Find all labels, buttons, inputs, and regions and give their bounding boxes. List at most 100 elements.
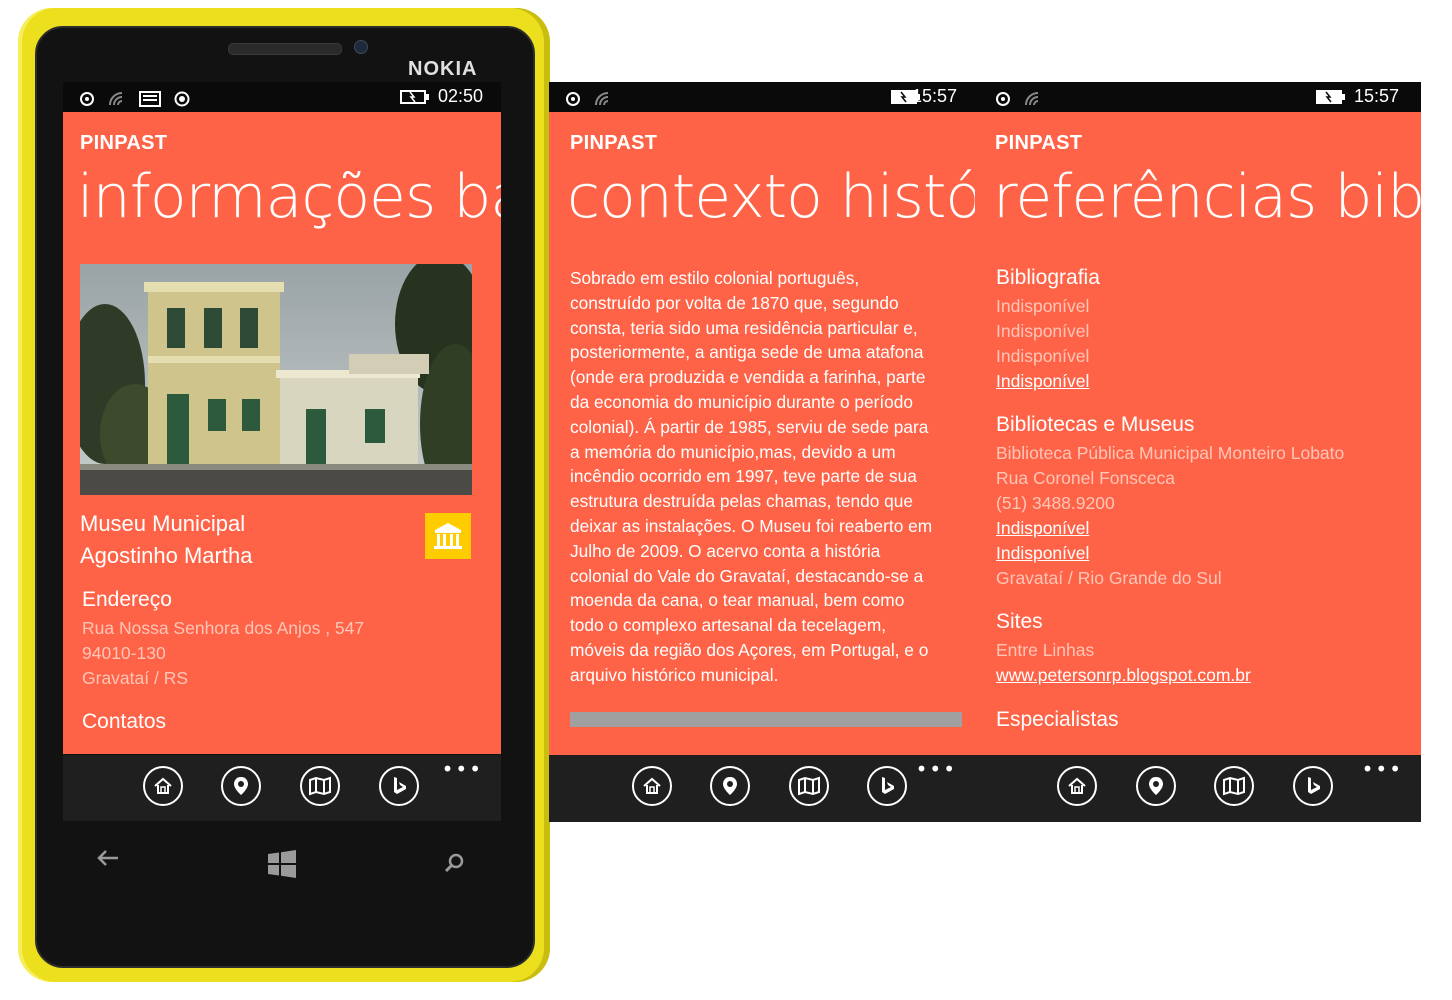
museum-category-tile[interactable] — [425, 513, 471, 559]
context-text-line: incêndio ocorrido em 1997, teve parte de… — [570, 466, 917, 487]
bibliografia-item: Indisponível — [996, 346, 1090, 366]
bing-button[interactable] — [867, 766, 907, 806]
status-time: 02:50 — [437, 86, 483, 106]
windows-logo-icon — [268, 850, 296, 878]
context-text-line: construído por volta de 1870 que, segund… — [570, 292, 899, 313]
bing-button[interactable] — [1293, 766, 1333, 806]
place-name-line1: Museu Municipal — [80, 511, 246, 536]
library-link[interactable]: Indisponível — [996, 541, 1344, 566]
location-pin-icon — [234, 777, 248, 795]
map-icon — [798, 776, 820, 796]
location-pin-icon — [723, 777, 737, 795]
location-status-icon — [174, 91, 190, 107]
museum-photo[interactable] — [80, 264, 472, 495]
contacts-heading: Contatos — [82, 710, 167, 733]
signal-icon — [109, 92, 123, 106]
sync-icon — [996, 92, 1010, 107]
battery-charging-icon — [1316, 90, 1345, 104]
library-name: Biblioteca Pública Municipal Monteiro Lo… — [996, 443, 1345, 463]
phone-brand-logo: NOKIA — [408, 58, 478, 80]
map-icon — [309, 776, 331, 796]
map-button[interactable] — [789, 766, 829, 806]
context-text-line: da economia do município durante o perío… — [570, 391, 913, 412]
screen-informacoes: 02:50 PINPAST informações bá Museu Munic… — [63, 82, 501, 754]
more-options-button[interactable]: ••• — [916, 757, 957, 781]
front-camera — [354, 40, 368, 54]
back-hardware-button[interactable] — [96, 848, 120, 874]
bibliografia-list: Indisponível Indisponível Indisponível I… — [996, 294, 1089, 394]
phone-speaker — [228, 43, 342, 55]
site-link[interactable]: www.petersonrp.blogspot.com.br — [996, 663, 1251, 688]
status-bar: 15:57 — [975, 82, 1421, 112]
context-text-line: Sobrado em estilo colonial português, — [570, 268, 860, 288]
context-text-line: arquivo histórico municipal. — [570, 664, 779, 685]
status-time: 15:57 — [1353, 86, 1399, 106]
historical-context-text: Sobrado em estilo colonial português, con… — [570, 266, 970, 688]
sites-heading: Sites — [996, 610, 1043, 633]
context-text-line: móveis da região dos Açores, em Portugal… — [570, 639, 929, 660]
more-options-button[interactable]: ••• — [442, 757, 483, 781]
context-text-line: estrutura destruída pelas chamas, tendo … — [570, 491, 913, 512]
location-pin-icon — [1149, 777, 1163, 795]
bibliografia-item: Indisponível — [996, 321, 1090, 341]
context-text-line: a memória do município,mas, devido a um — [570, 441, 896, 462]
place-name: Museu Municipal Agostinho Martha — [80, 508, 252, 572]
bibliografia-heading: Bibliografia — [996, 266, 1100, 289]
screen-referencias-bibliograficas: 15:57 PINPAST referências bibl Bibliogra… — [975, 82, 1421, 822]
pivot-title-contexto[interactable]: contexto histó — [567, 162, 975, 232]
location-button[interactable] — [710, 766, 750, 806]
app-name: PINPAST — [570, 132, 658, 154]
signal-icon — [1025, 92, 1039, 106]
map-button[interactable] — [1214, 766, 1254, 806]
context-text-line: colonial do Vale do Gravataí, destacando… — [570, 565, 924, 586]
status-bar: 02:50 — [63, 82, 501, 112]
home-icon — [643, 777, 661, 794]
location-button[interactable] — [1136, 766, 1176, 806]
context-text-line: posteriormente, a antiga sede de uma ata… — [570, 342, 924, 363]
sync-icon — [80, 92, 94, 107]
pivot-title-referencias[interactable]: referências bibl — [993, 162, 1421, 232]
application-bar: ••• — [975, 755, 1421, 822]
app-name: PINPAST — [995, 132, 1083, 154]
status-bar: 15:57 — [549, 82, 975, 112]
address-block[interactable]: Rua Nossa Senhora dos Anjos , 547 94010-… — [82, 616, 364, 691]
context-text-line: (onde era produzida e vendida a farinha,… — [570, 367, 926, 388]
bibliotecas-list: Biblioteca Pública Municipal Monteiro Lo… — [996, 441, 1344, 591]
sync-icon — [566, 92, 580, 107]
bing-button[interactable] — [379, 766, 419, 806]
location-button[interactable] — [221, 766, 261, 806]
library-phone: (51) 3488.9200 — [996, 493, 1115, 513]
application-bar: ••• — [549, 755, 975, 822]
signal-icon — [595, 92, 609, 106]
pivot-title-informacoes[interactable]: informações bá — [77, 162, 501, 232]
bibliografia-item: Indisponível — [996, 296, 1090, 316]
screen-contexto-historico: 15:57 PINPAST contexto histó Sobrado em … — [549, 82, 975, 822]
context-text-line: todo o complexo artesanal da tecelagem, — [570, 615, 887, 636]
app-name: PINPAST — [80, 132, 168, 154]
home-button[interactable] — [632, 766, 672, 806]
bing-icon — [1308, 777, 1320, 794]
home-button[interactable] — [1057, 766, 1097, 806]
bing-icon — [882, 777, 894, 794]
bing-icon — [394, 777, 406, 794]
bibliografia-link[interactable]: Indisponível — [996, 369, 1089, 394]
start-hardware-button[interactable] — [267, 850, 297, 884]
map-button[interactable] — [300, 766, 340, 806]
application-bar: ••• — [63, 755, 501, 821]
context-text-line: Julho de 2009. O acervo conta a história — [570, 540, 881, 561]
context-text-line: colonial). Á partir de 1985, serviu de s… — [570, 416, 929, 437]
site-name: Entre Linhas — [996, 640, 1095, 660]
bibliotecas-heading: Bibliotecas e Museus — [996, 413, 1195, 436]
sites-list: Entre Linhas www.petersonrp.blogspot.com… — [996, 638, 1251, 688]
library-street: Rua Coronel Fonsceca — [996, 468, 1175, 488]
library-link[interactable]: Indisponível — [996, 516, 1344, 541]
search-hardware-button[interactable] — [444, 852, 466, 880]
home-button[interactable] — [143, 766, 183, 806]
battery-charging-icon — [400, 90, 429, 104]
home-icon — [1068, 777, 1086, 794]
address-city: Gravataí / RS — [82, 668, 189, 688]
message-icon — [139, 91, 162, 108]
status-time: 15:57 — [911, 86, 957, 106]
more-options-button[interactable]: ••• — [1362, 757, 1403, 781]
address-zip: 94010-130 — [82, 643, 166, 663]
